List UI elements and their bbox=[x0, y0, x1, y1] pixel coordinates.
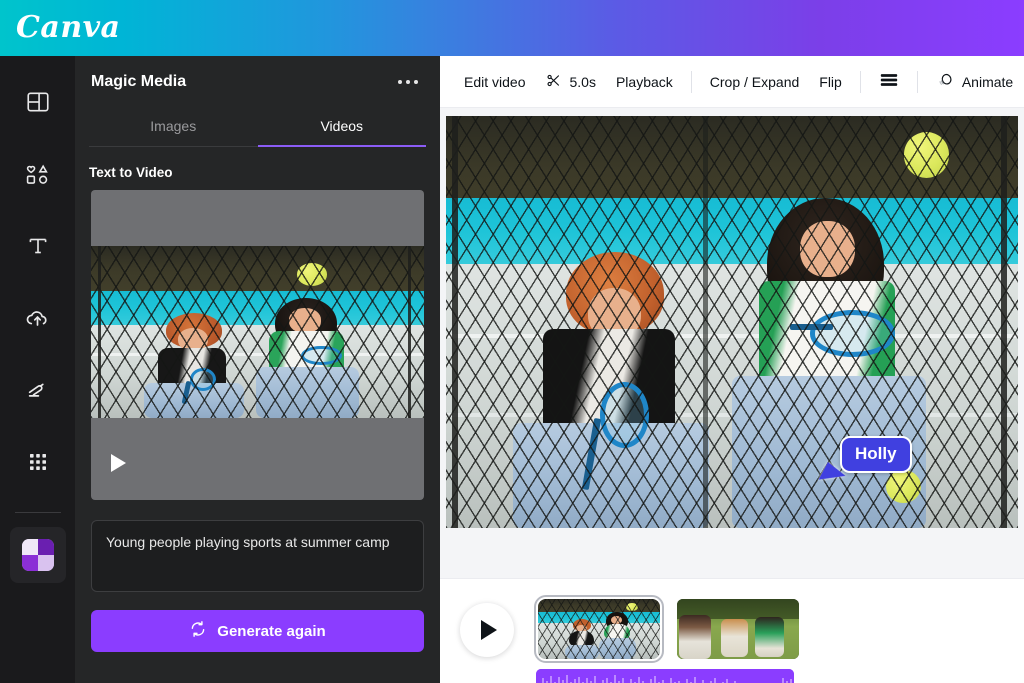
scissors-icon bbox=[545, 72, 562, 92]
rail-divider bbox=[14, 512, 61, 513]
court-net bbox=[446, 116, 1018, 528]
video-preview[interactable] bbox=[91, 190, 424, 500]
sidebar-item-magic-media[interactable] bbox=[9, 527, 66, 583]
flip-button[interactable]: Flip bbox=[809, 68, 852, 96]
collaborator-name-label: Holly bbox=[840, 436, 912, 473]
sidebar-item-draw[interactable] bbox=[10, 362, 66, 418]
preview-play-button[interactable] bbox=[111, 454, 126, 472]
generate-again-button[interactable]: Generate again bbox=[91, 610, 424, 652]
crop-expand-label: Crop / Expand bbox=[709, 73, 800, 90]
edit-video-label: Edit video bbox=[464, 73, 526, 90]
timeline-clip-2[interactable] bbox=[677, 599, 799, 659]
left-icon-rail bbox=[0, 56, 75, 683]
grid-apps-icon bbox=[26, 450, 50, 474]
design-page[interactable] bbox=[446, 116, 1018, 528]
canva-logo[interactable]: Canva bbox=[16, 13, 121, 43]
toolbar-divider-1 bbox=[690, 70, 692, 93]
position-button[interactable] bbox=[869, 66, 909, 97]
design-icon bbox=[25, 89, 51, 115]
sidebar-item-design[interactable] bbox=[10, 74, 66, 130]
toolbar-divider-3 bbox=[916, 70, 918, 93]
magic-media-icon bbox=[21, 539, 54, 571]
cloud-upload-icon bbox=[24, 305, 51, 332]
clip-2-thumbnail bbox=[677, 599, 799, 659]
refresh-icon bbox=[189, 620, 207, 642]
brand-bar: Canva bbox=[0, 0, 1024, 56]
panel-title: Magic Media bbox=[91, 73, 187, 90]
section-label-text-to-video: Text to Video bbox=[89, 165, 173, 180]
audio-track[interactable] bbox=[536, 669, 794, 683]
sidebar-item-uploads[interactable] bbox=[10, 290, 66, 346]
sidebar-item-text[interactable] bbox=[10, 218, 66, 274]
playback-button[interactable]: Playback bbox=[606, 68, 683, 96]
timeline-clip-1[interactable] bbox=[534, 595, 664, 663]
edit-video-button[interactable]: Edit video bbox=[454, 68, 535, 96]
panel-tabs: Images Videos bbox=[89, 108, 426, 147]
animate-icon bbox=[936, 71, 955, 93]
duration-label: 5.0s bbox=[569, 73, 596, 90]
timeline bbox=[440, 578, 1024, 683]
crop-expand-button[interactable]: Crop / Expand bbox=[700, 68, 810, 96]
prompt-input[interactable] bbox=[91, 520, 424, 592]
magic-media-panel: Magic Media Images Videos Text to Video bbox=[75, 56, 440, 683]
flip-label: Flip bbox=[819, 73, 842, 90]
play-icon bbox=[481, 620, 497, 640]
panel-overflow-menu-button[interactable] bbox=[392, 74, 424, 90]
duration-trim-button[interactable]: 5.0s bbox=[535, 66, 605, 98]
playback-label: Playback bbox=[615, 73, 673, 90]
audio-waveform-icon bbox=[536, 669, 794, 683]
clip-1-thumbnail bbox=[538, 599, 660, 659]
editor-area: Edit video 5.0s Playback Crop / Expand F… bbox=[440, 56, 1024, 683]
elements-icon bbox=[24, 161, 51, 188]
tab-videos[interactable]: Videos bbox=[257, 108, 426, 147]
canva-editor: Canva Magic Media Images Videos Text to … bbox=[0, 0, 1024, 683]
timeline-play-button[interactable] bbox=[460, 603, 514, 657]
sidebar-item-apps[interactable] bbox=[10, 434, 66, 490]
toolbar-divider-2 bbox=[859, 70, 861, 93]
position-bars-icon bbox=[879, 72, 899, 91]
sidebar-item-elements[interactable] bbox=[10, 146, 66, 202]
tennis-scene-preview bbox=[91, 246, 424, 418]
canvas-viewport: Holly bbox=[440, 108, 1024, 578]
animate-button[interactable]: Animate bbox=[926, 65, 1023, 99]
animate-label: Animate bbox=[961, 73, 1014, 90]
tennis-scene-canvas bbox=[446, 116, 1018, 528]
text-icon bbox=[25, 233, 51, 259]
panel-header: Magic Media bbox=[75, 56, 440, 108]
video-toolbar: Edit video 5.0s Playback Crop / Expand F… bbox=[440, 56, 1024, 108]
generate-again-label: Generate again bbox=[217, 622, 326, 640]
pen-icon bbox=[24, 377, 51, 404]
tab-images[interactable]: Images bbox=[89, 108, 258, 147]
preview-thumbnail bbox=[91, 246, 424, 418]
